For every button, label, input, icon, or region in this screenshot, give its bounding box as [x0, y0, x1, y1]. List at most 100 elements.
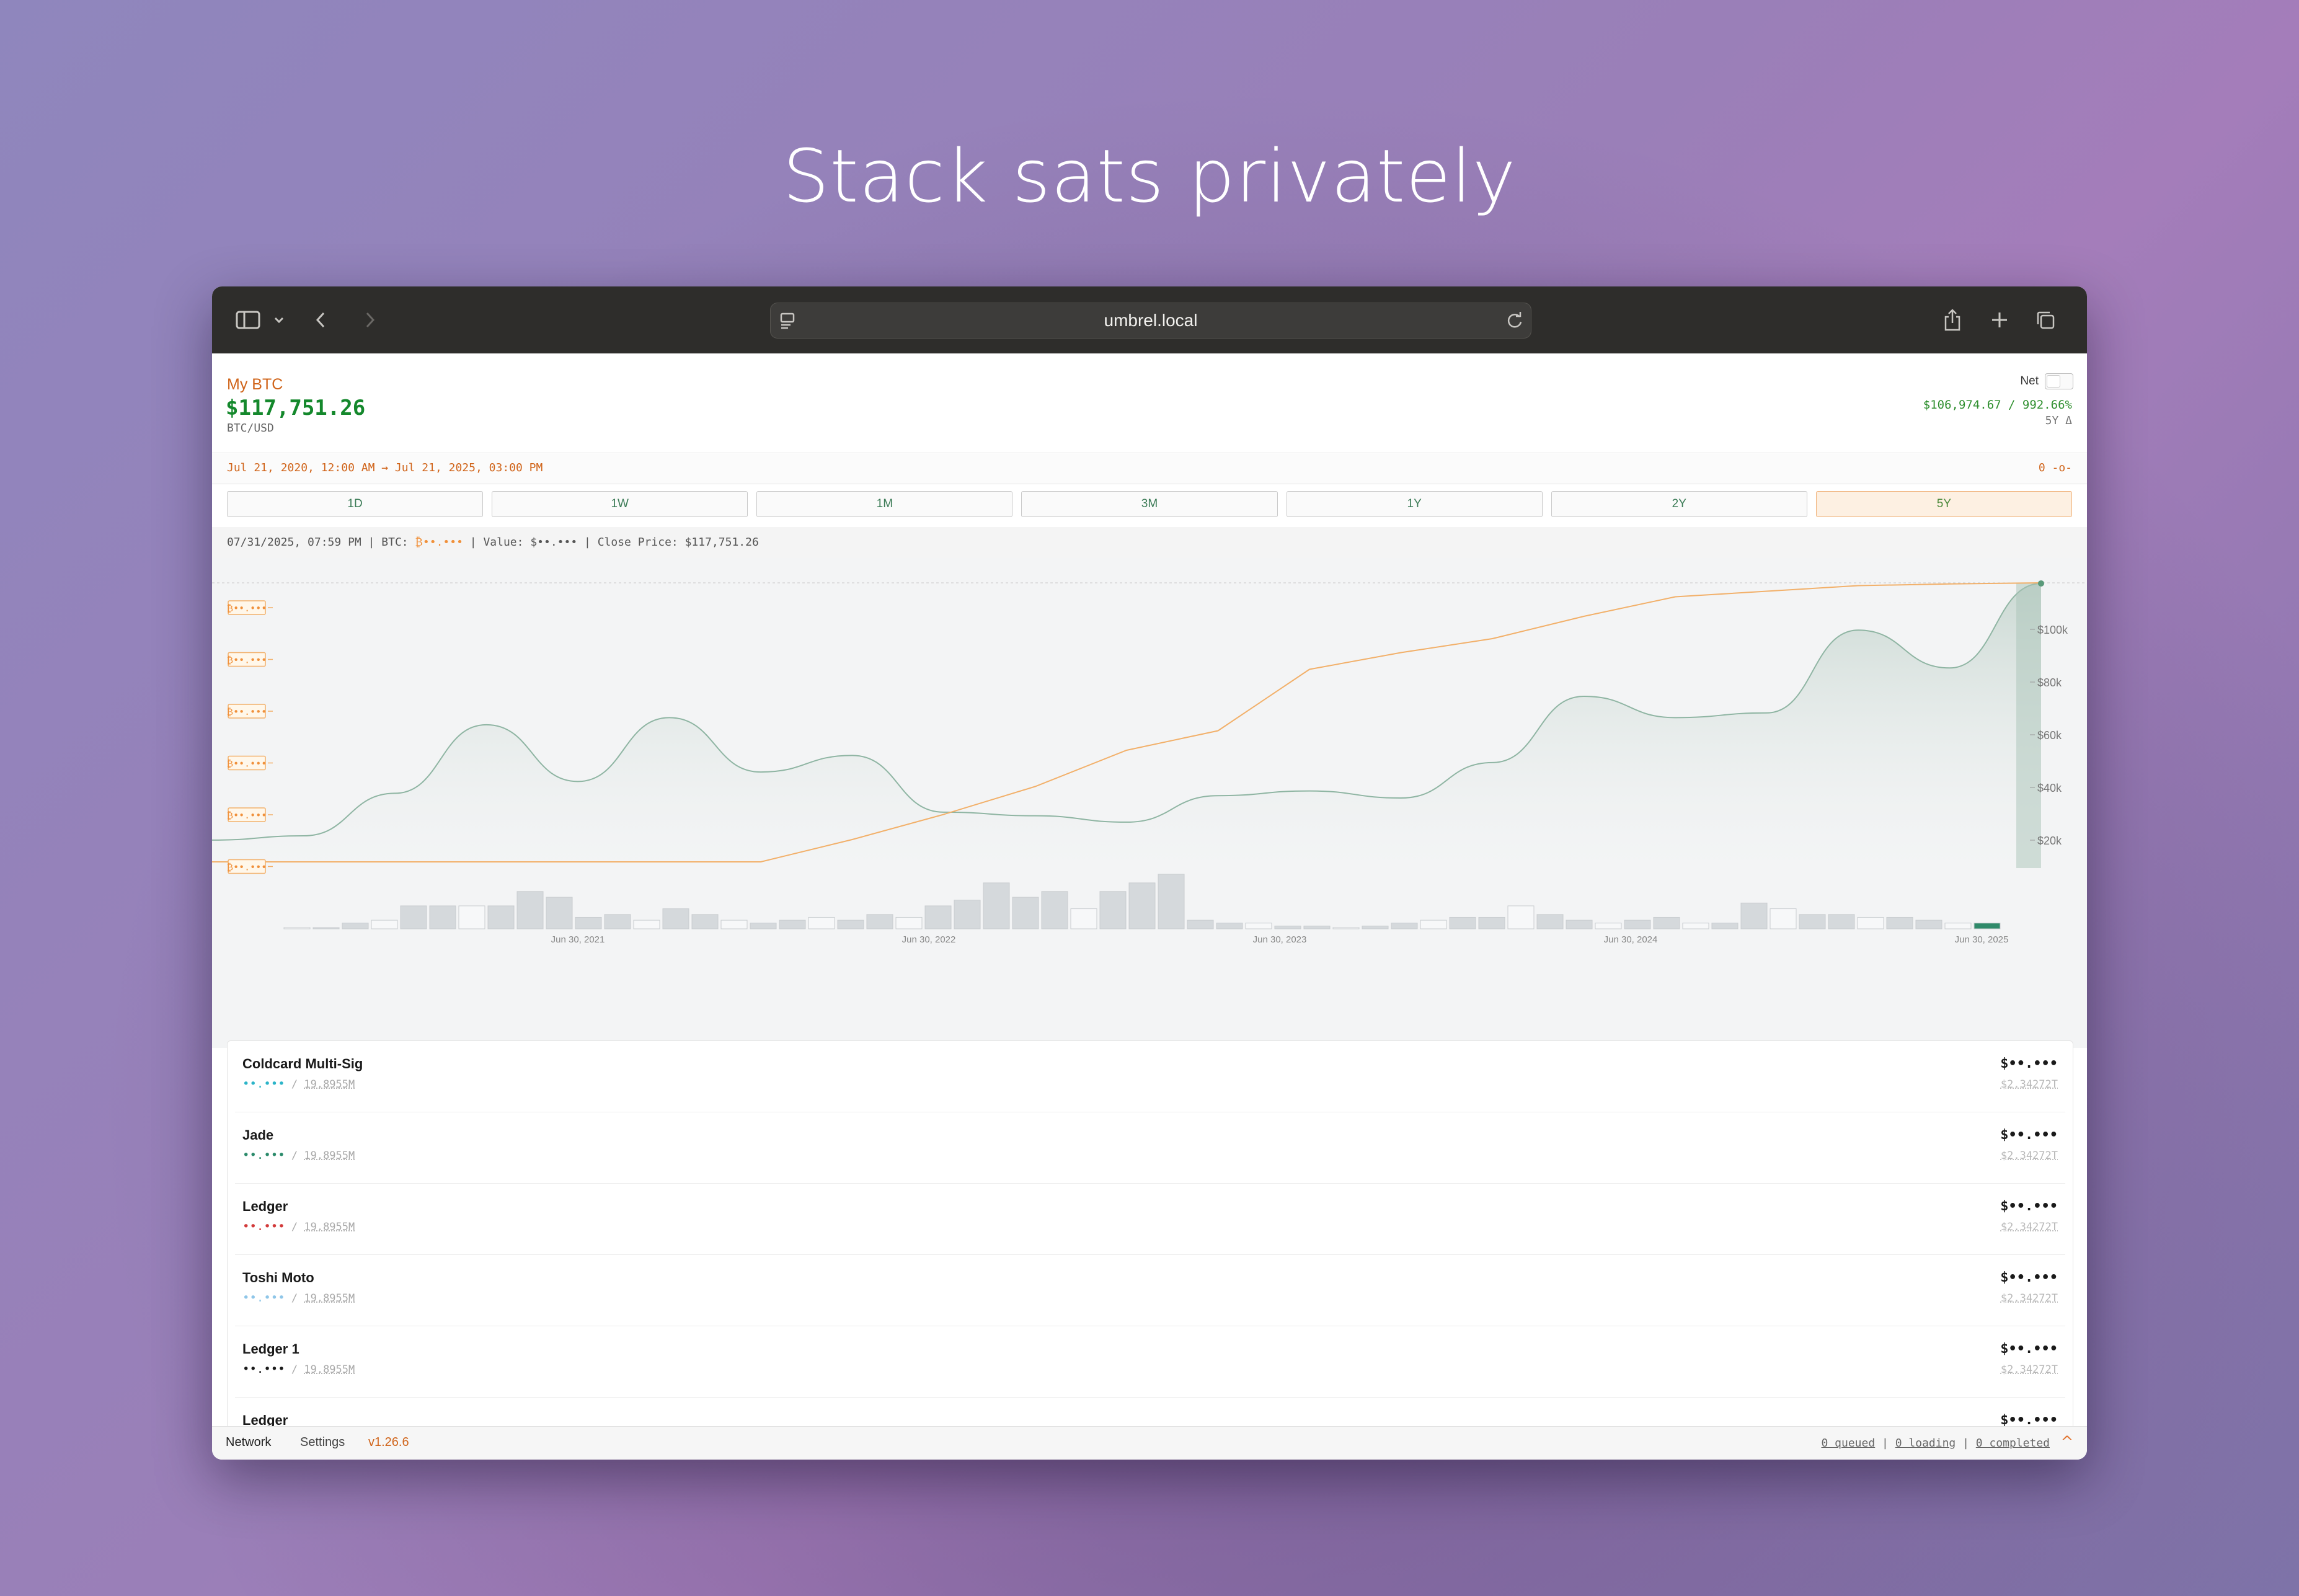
left-axis-label: ₿••.••• — [227, 706, 267, 717]
wallet-btc: ••.••• — [242, 1291, 285, 1305]
left-axis-label: ₿••.••• — [227, 655, 267, 666]
reload-icon[interactable] — [1506, 311, 1523, 332]
x-axis-label: Jun 30, 2021 — [551, 934, 605, 945]
wallet-name: Coldcard Multi-Sig — [242, 1056, 363, 1071]
volume-bar — [1012, 897, 1039, 929]
forward-icon[interactable] — [361, 305, 379, 335]
volume-bar — [983, 882, 1010, 929]
wallet-usd: $••.••• — [2000, 1127, 2058, 1143]
volume-bar — [604, 914, 631, 929]
current-point-marker — [2038, 580, 2044, 587]
wallet-usd-total: $2.34272T — [2000, 1078, 2058, 1091]
volume-bar — [342, 923, 369, 929]
wallet-row[interactable]: Jade ••.••• / 19.8955M $••.••• $2.34272T — [228, 1112, 2073, 1184]
timeframe-button-1w[interactable]: 1W — [492, 491, 748, 517]
timeframe-button-1m[interactable]: 1M — [756, 491, 1013, 517]
expand-caret-icon[interactable]: ^ — [2061, 1433, 2073, 1450]
currency-pair: BTC/USD — [227, 422, 274, 435]
tooltip-close-label: Close Price: — [597, 536, 678, 549]
volume-bar — [1740, 902, 1768, 929]
queued-count[interactable]: 0 queued — [1822, 1437, 1876, 1450]
address-bar[interactable]: umbrel.local — [770, 303, 1531, 339]
volume-bar — [1595, 923, 1622, 929]
wallet-row[interactable]: Toshi Moto ••.••• / 19.8955M $••.••• $2.342… — [228, 1255, 2073, 1326]
volume-bar — [1799, 914, 1826, 929]
wallet-row[interactable]: Ledger 1 ••.••• / 19.8955M $••.••• $2.34272… — [228, 1326, 2073, 1398]
wallet-balance: ••.••• / 19.8955M — [242, 1077, 355, 1091]
x-axis-label: Jun 30, 2025 — [1955, 934, 2009, 945]
left-axis-label: ₿••.••• — [227, 758, 267, 769]
portfolio-title: My BTC — [227, 376, 283, 393]
chevron-down-icon[interactable] — [273, 305, 285, 335]
completed-count[interactable]: 0 completed — [1976, 1437, 2050, 1450]
timeframe-button-5y[interactable]: 5Y — [1815, 491, 2072, 517]
delta-period: 5Y Δ — [2045, 414, 2072, 427]
volume-bar — [720, 920, 748, 929]
volume-bar — [1507, 905, 1535, 929]
timeframe-button-2y[interactable]: 2Y — [1551, 491, 1807, 517]
sidebar-toggle-icon[interactable] — [234, 305, 262, 335]
volume-bar — [400, 905, 427, 929]
timeframe-button-3m[interactable]: 3M — [1021, 491, 1278, 517]
wallet-usd-total: $2.34272T — [2000, 1292, 2058, 1305]
wallet-row[interactable]: Coldcard Multi-Sig ••.••• / 19.8955M $••.•… — [228, 1041, 2073, 1112]
volume-bar — [1041, 891, 1068, 929]
volume-bar — [458, 905, 485, 929]
back-icon[interactable] — [311, 305, 330, 335]
volume-bar — [837, 920, 864, 929]
wallet-usd: $••.••• — [2000, 1341, 2058, 1357]
volume-bar — [1857, 916, 1884, 929]
date-range-bar[interactable]: Jul 21, 2020, 12:00 AM → Jul 21, 2025, 0… — [212, 454, 2087, 484]
wallet-usd-total: $2.34272T — [2000, 1221, 2058, 1233]
y-axis-label: $40k — [2037, 782, 2062, 794]
y-axis-label: $100k — [2037, 624, 2068, 636]
volume-bar — [1973, 923, 2001, 929]
volume-bar — [1099, 891, 1127, 929]
volume-bar — [1449, 916, 1476, 929]
new-tab-icon[interactable] — [1989, 305, 2010, 335]
tooltip-info: 07/31/2025, 07:59 PM | BTC: ₿••.••• | Va… — [227, 536, 759, 549]
tab-settings[interactable]: Settings — [300, 1435, 345, 1450]
volume-bar — [1886, 916, 1913, 929]
price-chart[interactable]: ₿••.••• ₿••.••• ₿••.••• ₿••.••• ₿••.••• ₿••.•… — [212, 558, 2087, 1048]
tab-overview-icon[interactable] — [2035, 305, 2056, 335]
wallet-usd: $••.••• — [2000, 1199, 2058, 1214]
volume-bar — [1624, 920, 1651, 929]
tooltip-close-value: $117,751.26 — [684, 536, 759, 549]
volume-bar — [1828, 914, 1855, 929]
volume-bar — [808, 916, 835, 929]
share-icon[interactable] — [1942, 305, 1963, 335]
tooltip-value-value: $••.••• — [530, 536, 578, 549]
wallet-name: Jade — [242, 1127, 274, 1143]
wallet-balance: ••.••• / 19.8955M — [242, 1220, 355, 1233]
wallet-name: Ledger 1 — [242, 1341, 299, 1357]
btc-supply: 19.8955M — [304, 1292, 355, 1305]
loading-count[interactable]: 0 loading — [1895, 1437, 1956, 1450]
net-label: Net — [2020, 375, 2039, 388]
url-text: umbrel.local — [1104, 311, 1198, 330]
net-toggle[interactable] — [2045, 373, 2073, 389]
app-content: My BTC $117,751.26 BTC/USD Net $106,974.… — [212, 353, 2087, 1460]
volume-bar — [662, 908, 689, 929]
volume-bar — [1274, 925, 1301, 929]
volume-bar — [1216, 923, 1243, 929]
left-axis-label: ₿••.••• — [227, 862, 267, 873]
portfolio-value: $117,751.26 — [226, 396, 366, 420]
tooltip-btc-value: ₿••.••• — [415, 536, 463, 549]
wallet-row[interactable]: Ledger ••.••• / 19.8955M $••.••• $2.34272T — [228, 1184, 2073, 1255]
left-axis-label: ₿••.••• — [227, 810, 267, 821]
tab-network[interactable]: Network — [226, 1435, 271, 1450]
wallet-btc: ••.••• — [242, 1077, 285, 1091]
timeframe-button-1y[interactable]: 1Y — [1286, 491, 1543, 517]
price-area — [212, 583, 2041, 868]
queue-status: 0 queued | 0 loading | 0 completed — [1821, 1437, 2050, 1450]
wallet-usd-total: $2.34272T — [2000, 1363, 2058, 1376]
timeframe-button-1d[interactable]: 1D — [227, 491, 484, 517]
chart-area[interactable]: ₿••.••• ₿••.••• ₿••.••• ₿••.••• ₿••.••• ₿••.•… — [212, 558, 2087, 1048]
volume-bar — [1362, 925, 1389, 929]
volume-bar — [516, 891, 544, 929]
y-axis-label: $80k — [2037, 676, 2062, 689]
browser-titlebar: umbrel.local — [212, 286, 2087, 353]
commit-count[interactable]: 0 -o- — [2039, 461, 2072, 474]
volume-bar — [1245, 923, 1272, 929]
